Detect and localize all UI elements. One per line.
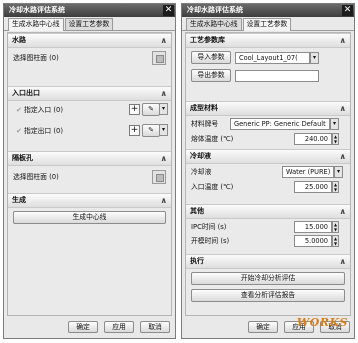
left-tab-process[interactable]: 设置工艺参数 [64,18,114,30]
section-generate: 生成 ∧ 生成中心线 [8,193,171,233]
baffle-select-row[interactable]: 选择图柱面 (0) [13,170,167,184]
outlet-label: 指定出口 (0) [24,127,64,135]
chevron-down-icon[interactable]: ▾ [334,166,343,178]
left-tab-bar: 生成水路中心线 设置工艺参数 [4,17,175,31]
open-time-spinner-icon[interactable]: ▲ ▼ [332,235,339,247]
section-water-title: 水路 [12,36,26,44]
baffle-select-label: 选择图柱面 (0) [13,173,59,181]
collapse-chevron-icon[interactable]: ∧ [161,152,168,165]
right-close-icon[interactable]: ✕ [342,5,353,16]
left-content: 水路 ∧ 选择图柱面 (0) 入口出口 ∧ ✔ 指定入口 (0) + ✎ ▾ ✔ [7,32,172,316]
chevron-down-icon[interactable]: ▾ [310,52,319,64]
ipc-time-input[interactable]: 15.000 [294,221,332,233]
checkmark-icon: ✔ [16,127,22,135]
section-coolant-title: 冷却液 [190,152,211,160]
add-point-icon[interactable]: + [129,104,140,115]
right-title-bar: 冷却水路评估系统 ✕ [182,4,354,17]
section-execute: 执行 ∧ 开始冷却分析评估 查看分析评估报告 [186,254,350,304]
section-generate-title: 生成 [12,196,26,204]
select-face-cube-icon[interactable] [152,51,166,65]
section-baffle-header[interactable]: 隔板孔 ∧ [8,151,171,166]
melt-temp-input[interactable]: 240.00 [294,133,332,145]
melt-temp-spinner-icon[interactable]: ▲ ▼ [332,133,339,145]
section-coolant: 冷却液 ∧ 冷却液 Water (PURE) ▾ 入口温度 (℃) 25.000… [186,149,350,194]
open-time-input[interactable]: 5.0000 [294,235,332,247]
right-tab-process[interactable]: 设置工艺参数 [242,18,292,31]
section-baffle: 隔板孔 ∧ 选择图柱面 (0) [8,151,171,189]
section-process-title: 工艺参数库 [190,36,225,44]
right-content: 工艺参数库 ∧ 导入参数 Cool_Layout1_07( ▾ 导出参数 成型材… [185,32,351,316]
section-other-title: 其他 [190,207,204,215]
section-process-header[interactable]: 工艺参数库 ∧ [186,33,350,48]
select-face-cube-icon[interactable] [152,170,166,184]
right-dialog: 冷却水路评估系统 ✕ 生成水路中心线 设置工艺参数 工艺参数库 ∧ 导入参数 C… [181,3,355,339]
works-watermark: WORKS [296,316,348,329]
collapse-chevron-icon[interactable]: ∧ [340,255,347,268]
point-picker-icon[interactable]: ✎ [142,103,160,116]
right-tab-bar: 生成水路中心线 设置工艺参数 [182,17,354,31]
chevron-down-icon[interactable]: ▾ [330,118,339,130]
right-dialog-title: 冷却水路评估系统 [187,6,243,14]
left-ok-button[interactable]: 确定 [68,321,98,333]
collapse-chevron-icon[interactable]: ∧ [340,205,347,218]
inlet-temp-input[interactable]: 25.000 [294,181,332,193]
section-execute-header[interactable]: 执行 ∧ [186,254,350,269]
section-molding-header[interactable]: 成型材料 ∧ [186,101,350,116]
checkmark-icon: ✔ [16,106,22,114]
point-picker-icon[interactable]: ✎ [142,124,160,137]
import-params-button[interactable]: 导入参数 [191,51,231,64]
section-process-library: 工艺参数库 ∧ 导入参数 Cool_Layout1_07( ▾ 导出参数 [186,33,350,99]
left-close-icon[interactable]: ✕ [163,5,174,16]
collapse-chevron-icon[interactable]: ∧ [340,34,347,47]
left-title-bar: 冷却水路评估系统 ✕ [4,4,175,17]
coolant-select[interactable]: Water (PURE) [282,166,334,178]
section-inout-title: 入口出口 [12,89,40,97]
section-other-header[interactable]: 其他 ∧ [186,204,350,219]
generate-centerline-button[interactable]: 生成中心线 [13,211,166,224]
start-analysis-button[interactable]: 开始冷却分析评估 [191,272,345,285]
left-apply-button[interactable]: 应用 [104,321,134,333]
section-coolant-header[interactable]: 冷却液 ∧ [186,149,350,164]
material-grade-select[interactable]: Generic PP: Generic Default [230,118,330,130]
collapse-chevron-icon[interactable]: ∧ [340,150,347,163]
chevron-down-icon[interactable]: ▾ [159,103,168,115]
import-file-field[interactable]: Cool_Layout1_07( [235,52,310,64]
select-cylinder-row[interactable]: 选择图柱面 (0) [13,51,167,65]
section-execute-title: 执行 [190,257,204,265]
left-cancel-button[interactable]: 取消 [140,321,170,333]
collapse-chevron-icon[interactable]: ∧ [161,34,168,47]
section-inout: 入口出口 ∧ ✔ 指定入口 (0) + ✎ ▾ ✔ 指定出口 (0) + ✎ ▾ [8,86,171,144]
section-molding-material: 成型材料 ∧ 材料牌号 Generic PP: Generic Default … [186,101,350,146]
left-tab-centerline[interactable]: 生成水路中心线 [8,18,64,31]
collapse-chevron-icon[interactable]: ∧ [161,87,168,100]
section-inout-header[interactable]: 入口出口 ∧ [8,86,171,101]
section-molding-title: 成型材料 [190,104,218,112]
right-ok-button[interactable]: 确定 [248,321,278,333]
left-dialog: 冷却水路评估系统 ✕ 生成水路中心线 设置工艺参数 水路 ∧ 选择图柱面 (0)… [3,3,176,339]
add-point-icon[interactable]: + [129,125,140,136]
collapse-chevron-icon[interactable]: ∧ [340,102,347,115]
right-tab-centerline[interactable]: 生成水路中心线 [186,18,242,30]
left-dialog-title: 冷却水路评估系统 [9,6,65,14]
view-report-button[interactable]: 查看分析评估报告 [191,289,345,302]
export-file-field[interactable] [235,70,319,82]
section-water-header[interactable]: 水路 ∧ [8,33,171,48]
chevron-down-icon[interactable]: ▾ [159,124,168,136]
section-other: 其他 ∧ IPC时间 (s) 15.000 ▲ ▼ 开模时间 (s) 5.0000… [186,204,350,250]
section-water: 水路 ∧ 选择图柱面 (0) [8,33,171,73]
inlet-label: 指定入口 (0) [24,106,64,114]
select-cylinder-label: 选择图柱面 (0) [13,54,59,62]
ipc-time-spinner-icon[interactable]: ▲ ▼ [332,221,339,233]
inlet-temp-spinner-icon[interactable]: ▲ ▼ [332,181,339,193]
section-baffle-title: 隔板孔 [12,154,33,162]
export-params-button[interactable]: 导出参数 [191,69,231,82]
section-generate-header[interactable]: 生成 ∧ [8,193,171,208]
collapse-chevron-icon[interactable]: ∧ [161,194,168,207]
